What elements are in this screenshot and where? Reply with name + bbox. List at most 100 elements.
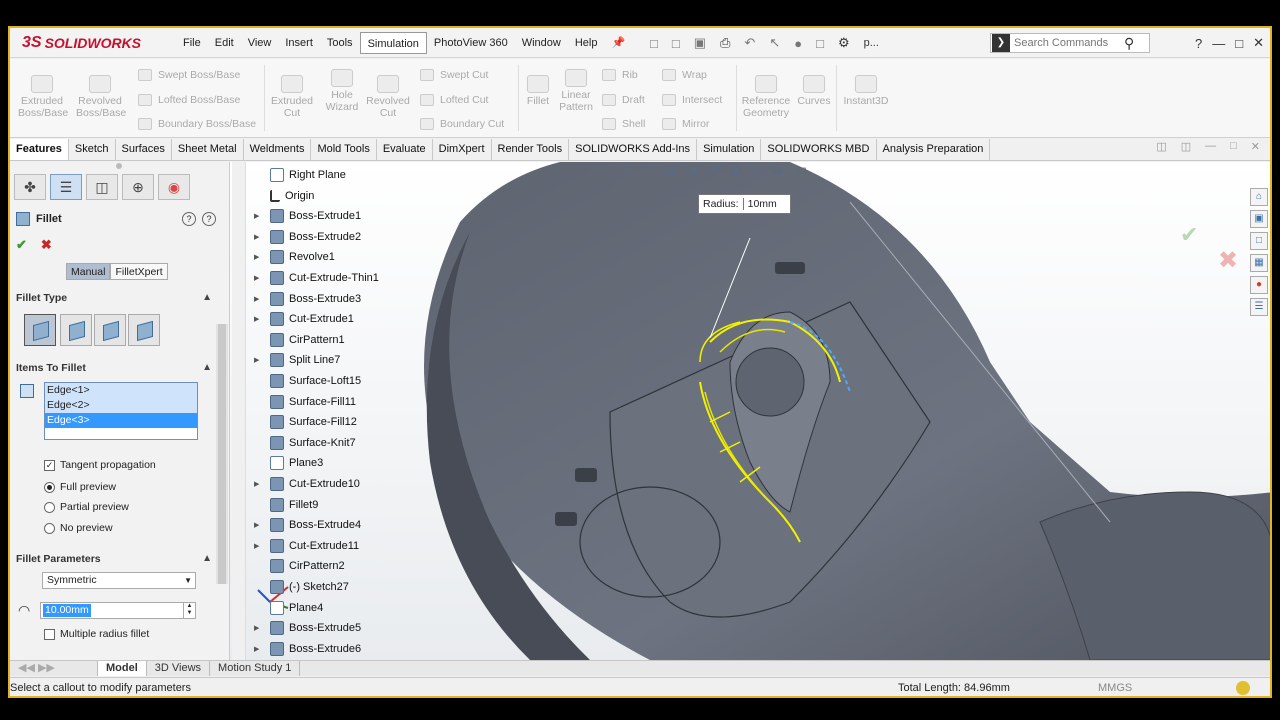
rebuild-icon[interactable]: ● bbox=[794, 36, 802, 51]
doc-minimize-icon[interactable]: — bbox=[1205, 140, 1216, 153]
radius-value[interactable]: 10.00mm bbox=[43, 604, 91, 617]
tree-item[interactable]: ▶ Boss-Extrude3 bbox=[254, 290, 361, 308]
scroll-thumb[interactable] bbox=[218, 324, 226, 584]
expand-arrow-icon[interactable]: ▶ bbox=[254, 480, 259, 488]
doc-tile-icon[interactable]: ◫ bbox=[1156, 140, 1166, 153]
tree-item[interactable]: Plane3 bbox=[270, 454, 323, 472]
boundary-boss-button[interactable]: Boundary Boss/Base bbox=[138, 118, 256, 130]
instant3d-button[interactable]: Instant3D bbox=[840, 75, 892, 107]
radio[interactable] bbox=[44, 522, 55, 534]
tree-item[interactable]: ▶ Boss-Extrude6 bbox=[254, 640, 361, 658]
zoom-area-icon[interactable]: ⚲ bbox=[622, 162, 631, 180]
lofted-boss-button[interactable]: Lofted Boss/Base bbox=[138, 94, 240, 106]
no-preview-radio[interactable]: No preview bbox=[44, 522, 113, 534]
tree-item[interactable]: ▶ Boss-Extrude1 bbox=[254, 207, 361, 225]
tab-mold-tools[interactable]: Mold Tools bbox=[311, 139, 377, 160]
pin-icon[interactable]: 📌 bbox=[604, 32, 632, 54]
extruded-cut-button[interactable]: Extruded Cut bbox=[270, 75, 314, 119]
tab-addins[interactable]: SOLIDWORKS Add-Ins bbox=[569, 139, 698, 160]
new-doc-icon[interactable]: □ bbox=[650, 36, 658, 51]
search-commands-box[interactable]: ❯ ⚲ bbox=[990, 33, 1150, 53]
menu-window[interactable]: Window bbox=[515, 32, 568, 54]
tangent-propagation-checkbox[interactable]: ✓ Tangent propagation bbox=[44, 459, 156, 471]
fillet-parameters-header[interactable]: Fillet Parameters ▲ bbox=[16, 553, 212, 565]
tree-item[interactable]: ▶ Boss-Extrude5 bbox=[254, 619, 361, 637]
menu-edit[interactable]: Edit bbox=[208, 32, 241, 54]
revolved-cut-button[interactable]: Revolved Cut bbox=[366, 75, 410, 119]
wrap-button[interactable]: Wrap bbox=[662, 69, 707, 81]
menu-simulation[interactable]: Simulation bbox=[359, 32, 427, 54]
tree-item[interactable]: Plane4 bbox=[270, 599, 323, 617]
extruded-boss-button[interactable]: Extruded Boss/Base bbox=[18, 75, 68, 119]
tree-item[interactable]: Right Plane bbox=[270, 166, 346, 184]
expand-arrow-icon[interactable]: ▶ bbox=[254, 274, 259, 282]
tree-item[interactable]: Surface-Fill12 bbox=[270, 413, 357, 431]
collapse-icon[interactable]: ▲ bbox=[202, 553, 212, 564]
tree-item[interactable]: ▶ Split Line7 bbox=[254, 351, 340, 369]
rebuild-status-icon[interactable] bbox=[1236, 681, 1250, 695]
tree-item[interactable]: ▶ Cut-Extrude11 bbox=[254, 537, 359, 555]
checkbox[interactable] bbox=[44, 628, 55, 640]
unit-system[interactable]: MMGS bbox=[1098, 682, 1132, 694]
minimize-icon[interactable]: — bbox=[1212, 36, 1225, 51]
list-item[interactable]: Edge<2> bbox=[45, 398, 197, 413]
hole-wizard-button[interactable]: Hole Wizard bbox=[320, 69, 364, 113]
search-mode-icon[interactable]: ❯ bbox=[992, 34, 1010, 52]
detailed-preview-icon[interactable]: ? bbox=[182, 212, 196, 226]
tree-item[interactable]: CirPattern1 bbox=[270, 331, 345, 349]
cancel-button[interactable]: ✖ bbox=[41, 237, 52, 253]
view-palette-icon[interactable]: ▦ bbox=[1250, 254, 1268, 272]
expand-arrow-icon[interactable]: ▶ bbox=[254, 356, 259, 364]
property-manager-tab-icon[interactable]: ☰ bbox=[50, 174, 82, 200]
radius-callout-value[interactable]: 10mm bbox=[744, 198, 790, 210]
swept-cut-button[interactable]: Swept Cut bbox=[420, 69, 488, 81]
full-round-fillet-button[interactable] bbox=[128, 314, 160, 346]
fillet-type-header[interactable]: Fillet Type ▲ bbox=[16, 292, 212, 304]
hide-show-icon[interactable]: ◉ bbox=[730, 162, 740, 180]
appearance-icon[interactable]: ● bbox=[753, 162, 760, 180]
select-icon[interactable]: ↖ bbox=[769, 35, 780, 51]
expand-arrow-icon[interactable]: ▶ bbox=[254, 315, 259, 323]
display-style-icon[interactable]: ■ bbox=[711, 162, 718, 180]
save-icon[interactable]: ▣ bbox=[694, 35, 706, 51]
expand-arrow-icon[interactable]: ▶ bbox=[254, 542, 259, 550]
radius-callout[interactable]: Radius: 10mm bbox=[698, 194, 791, 214]
edges-list[interactable]: Edge<1> Edge<2> Edge<3> bbox=[44, 382, 198, 440]
doc-cascade-icon[interactable]: ◫ bbox=[1181, 140, 1191, 153]
feature-manager-tab-icon[interactable]: ✤ bbox=[14, 174, 46, 200]
collapse-icon[interactable]: ▲ bbox=[202, 362, 212, 373]
design-library-icon[interactable]: ▣ bbox=[1250, 210, 1268, 228]
variable-size-fillet-button[interactable] bbox=[60, 314, 92, 346]
tab-weldments[interactable]: Weldments bbox=[244, 139, 312, 160]
expand-arrow-icon[interactable]: ▶ bbox=[254, 645, 259, 653]
intersect-button[interactable]: Intersect bbox=[662, 94, 722, 106]
items-to-fillet-header[interactable]: Items To Fillet ▲ bbox=[16, 362, 212, 374]
tab-surfaces[interactable]: Surfaces bbox=[116, 139, 172, 160]
reference-geometry-button[interactable]: Reference Geometry bbox=[738, 75, 794, 119]
tree-item[interactable]: Fillet9 bbox=[270, 496, 318, 514]
linear-pattern-button[interactable]: Linear Pattern bbox=[556, 69, 596, 113]
tree-item[interactable]: ▶ Boss-Extrude2 bbox=[254, 228, 361, 246]
help-icon[interactable]: ? bbox=[1195, 36, 1202, 51]
swept-boss-button[interactable]: Swept Boss/Base bbox=[138, 69, 240, 81]
expand-arrow-icon[interactable]: ▶ bbox=[254, 624, 259, 632]
undo-icon[interactable]: ↶ bbox=[744, 35, 755, 51]
options-gear-icon[interactable]: ⚙ bbox=[838, 35, 850, 51]
solidworks-logo[interactable]: 3S SOLIDWORKS bbox=[22, 32, 141, 54]
tab-evaluate[interactable]: Evaluate bbox=[377, 139, 433, 160]
menu-photoview[interactable]: PhotoView 360 bbox=[427, 32, 515, 54]
tree-item[interactable]: ▶ Cut-Extrude-Thin1 bbox=[254, 269, 379, 287]
tree-item[interactable]: Surface-Knit7 bbox=[270, 434, 356, 452]
tree-item[interactable]: (-) Sketch27 bbox=[270, 578, 349, 596]
tab-filletxpert[interactable]: FilletXpert bbox=[110, 263, 168, 280]
search-input[interactable] bbox=[1014, 37, 1124, 49]
full-preview-radio[interactable]: Full preview bbox=[44, 481, 116, 493]
tree-item[interactable]: CirPattern2 bbox=[270, 557, 345, 575]
home-icon[interactable]: ⌂ bbox=[1250, 188, 1268, 206]
tab-model[interactable]: Model bbox=[98, 661, 147, 676]
tree-item[interactable]: Surface-Loft15 bbox=[270, 372, 361, 390]
revolved-boss-button[interactable]: Revolved Boss/Base bbox=[76, 75, 126, 119]
radio[interactable] bbox=[44, 501, 55, 513]
radio-selected[interactable] bbox=[44, 481, 55, 493]
tree-item[interactable]: ▶ Revolve1 bbox=[254, 248, 335, 266]
